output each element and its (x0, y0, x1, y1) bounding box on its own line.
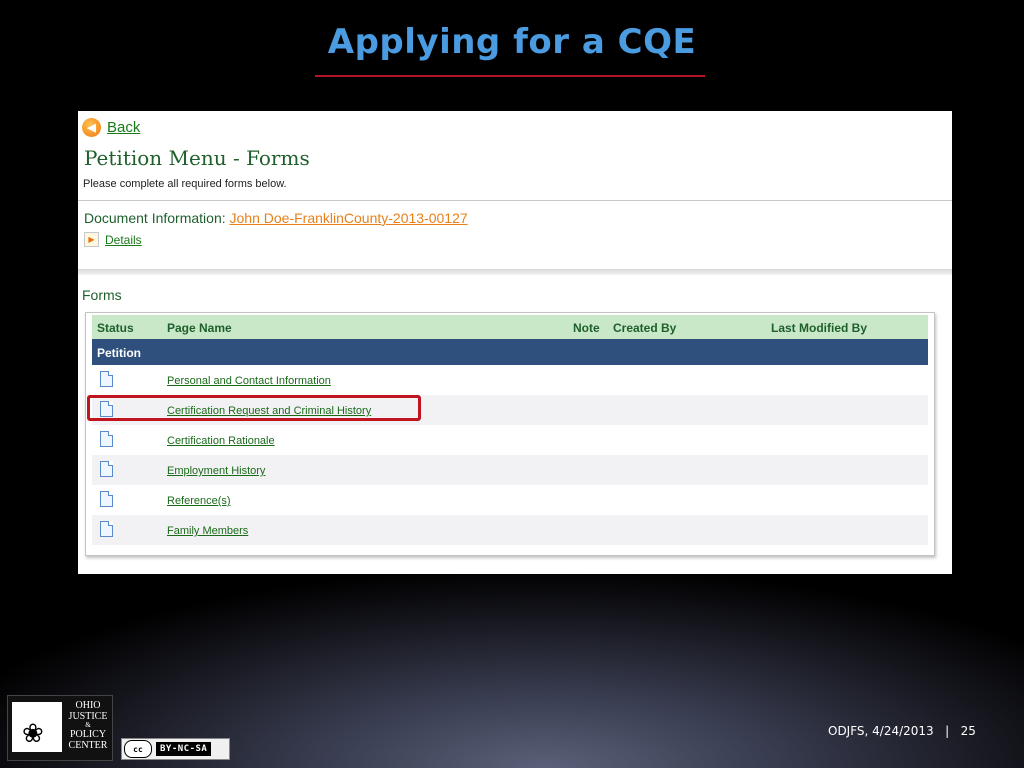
header-status: Status (97, 321, 134, 335)
document-information: Document Information: John Doe-FranklinC… (84, 210, 468, 226)
details-row[interactable]: ▶ Details (84, 232, 142, 247)
license-text: BY-NC-SA (156, 742, 212, 756)
table-row[interactable]: Family Members (92, 515, 928, 545)
forms-section-label: Forms (82, 287, 122, 303)
app-screenshot: ◀ Back Petition Menu - Forms Please comp… (78, 111, 952, 574)
doc-info-label: Document Information: (84, 210, 230, 226)
document-icon (100, 431, 113, 447)
cc-icon: cc (124, 740, 152, 758)
header-page-name: Page Name (167, 321, 232, 335)
table-row[interactable]: Reference(s) (92, 485, 928, 515)
shell-icon: ❀ (22, 718, 44, 748)
document-icon (100, 461, 113, 477)
table-header: Status Page Name Note Created By Last Mo… (92, 315, 928, 339)
header-note: Note (573, 321, 600, 335)
slide-title: Applying for a CQE (327, 22, 697, 62)
group-label: Petition (97, 346, 141, 360)
logo-text: OHIO JUSTICE & POLICY CENTER (66, 700, 110, 751)
back-link[interactable]: Back (107, 119, 140, 136)
document-icon (100, 371, 113, 387)
details-link[interactable]: Details (105, 233, 142, 247)
footer-text: ODJFS, 4/24/2013 | 25 (828, 724, 976, 738)
ohio-state-shape: ❀ (12, 702, 62, 752)
header-last-modified-by: Last Modified By (771, 321, 868, 335)
creative-commons-badge: cc BY-NC-SA (121, 738, 230, 760)
back-row[interactable]: ◀ Back (82, 118, 140, 137)
back-arrow-icon[interactable]: ◀ (82, 118, 101, 137)
expand-arrow-icon[interactable]: ▶ (84, 232, 99, 247)
section-divider (78, 269, 952, 275)
page-subtitle: Please complete all required forms below… (83, 178, 287, 190)
document-icon (100, 491, 113, 507)
group-row-petition: Petition (92, 339, 928, 365)
page-link[interactable]: Personal and Contact Information (167, 375, 331, 387)
highlight-box (87, 395, 421, 421)
table-row[interactable]: Personal and Contact Information (92, 365, 928, 395)
document-icon (100, 521, 113, 537)
logo-line: POLICY (69, 729, 107, 740)
page-link[interactable]: Certification Rationale (167, 435, 275, 447)
page-link[interactable]: Family Members (167, 525, 248, 537)
header-created-by: Created By (613, 321, 677, 335)
ohio-justice-policy-center-logo: ❀ OHIO JUSTICE & POLICY CENTER (7, 695, 113, 761)
table-row[interactable]: Employment History (92, 455, 928, 485)
page-link[interactable]: Reference(s) (167, 495, 231, 507)
forms-table: Status Page Name Note Created By Last Mo… (85, 312, 935, 556)
logo-line: CENTER (68, 740, 108, 751)
document-link[interactable]: John Doe-FranklinCounty-2013-00127 (230, 210, 468, 226)
divider (78, 200, 952, 201)
page-link[interactable]: Employment History (167, 465, 265, 477)
slide-footer: ODJFS, 4/24/2013 | 25 (828, 724, 976, 738)
title-underline (315, 75, 705, 77)
logo-line: & (85, 721, 91, 729)
page-title: Petition Menu - Forms (84, 146, 310, 170)
table-row[interactable]: Certification Rationale (92, 425, 928, 455)
logo-line: OHIO (75, 700, 101, 711)
